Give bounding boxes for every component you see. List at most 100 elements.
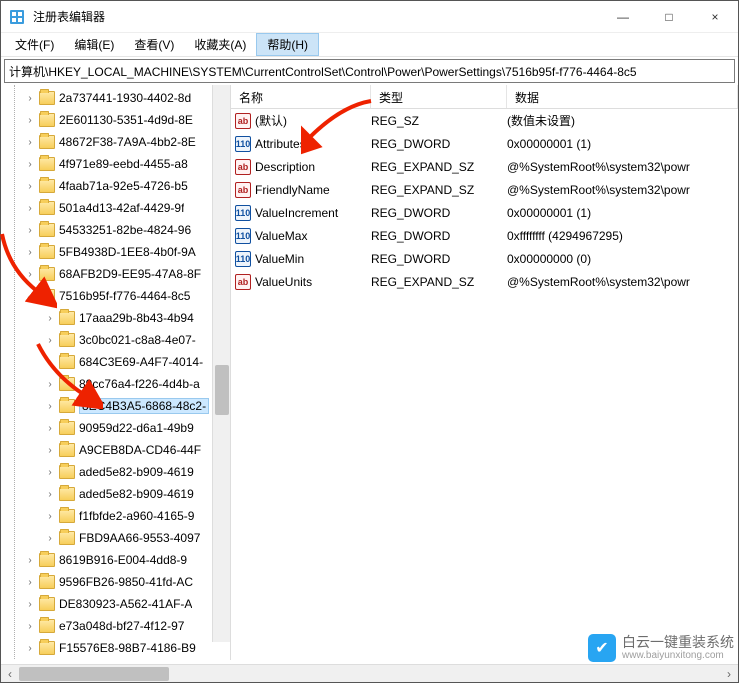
- tree-item[interactable]: ›68AFB2D9-EE95-47A8-8F: [3, 263, 230, 285]
- expand-icon[interactable]: ›: [43, 489, 57, 500]
- expand-icon[interactable]: ›: [23, 93, 37, 104]
- value-data: @%SystemRoot%\system32\powr: [507, 183, 734, 197]
- value-row[interactable]: abFriendlyNameREG_EXPAND_SZ@%SystemRoot%…: [231, 178, 738, 201]
- tree-item[interactable]: ›DE830923-A562-41AF-A: [3, 593, 230, 615]
- expand-icon[interactable]: ›: [23, 577, 37, 588]
- tree-item[interactable]: ›9596FB26-9850-41fd-AC: [3, 571, 230, 593]
- expand-icon[interactable]: ›: [43, 423, 57, 434]
- tree-item-label: 2E601130-5351-4d9d-8E: [59, 113, 193, 127]
- tree-item-label: FBD9AA66-9553-4097: [79, 531, 200, 545]
- address-bar[interactable]: 计算机\HKEY_LOCAL_MACHINE\SYSTEM\CurrentCon…: [4, 59, 735, 83]
- expand-icon[interactable]: ›: [43, 445, 57, 456]
- tree-item[interactable]: › 89cc76a4-f226-4d4b-a: [3, 373, 230, 395]
- scroll-track[interactable]: [19, 665, 720, 683]
- tree-item[interactable]: ›F15576E8-98B7-4186-B9: [3, 637, 230, 659]
- tree-item[interactable]: ›54533251-82be-4824-96: [3, 219, 230, 241]
- registry-tree[interactable]: › 2a737441-1930-4402-8d › 2E601130-5351-4d9…: [1, 85, 230, 660]
- scroll-right-arrow[interactable]: ›: [720, 665, 738, 683]
- folder-icon: [39, 575, 55, 589]
- menu-favorites[interactable]: 收藏夹(A): [184, 33, 256, 56]
- folder-icon: [59, 399, 75, 413]
- tree-item[interactable]: › e73a048d-bf27-4f12-97: [3, 615, 230, 637]
- close-button[interactable]: ×: [692, 1, 738, 33]
- expand-icon[interactable]: ›: [23, 247, 37, 258]
- expand-icon[interactable]: ›: [43, 511, 57, 522]
- expand-icon[interactable]: ›: [23, 621, 37, 632]
- expand-icon[interactable]: ›: [43, 335, 57, 346]
- expand-icon[interactable]: ›: [43, 313, 57, 324]
- value-row[interactable]: 110ValueMinREG_DWORD0x00000000 (0): [231, 247, 738, 270]
- value-type: REG_DWORD: [371, 229, 507, 243]
- expand-icon[interactable]: ›: [23, 599, 37, 610]
- expand-icon[interactable]: ›: [23, 269, 37, 280]
- tree-item[interactable]: ›8EC4B3A5-6868-48c2-: [3, 395, 230, 417]
- tree-item-label: 3c0bc021-c8a8-4e07-: [79, 333, 196, 347]
- value-data: 0x00000001 (1): [507, 137, 734, 151]
- value-row[interactable]: abValueUnitsREG_EXPAND_SZ@%SystemRoot%\s…: [231, 270, 738, 293]
- folder-icon: [59, 487, 75, 501]
- tree-item[interactable]: ›4f971e89-eebd-4455-a8: [3, 153, 230, 175]
- folder-icon: [39, 619, 55, 633]
- tree-item[interactable]: ›A9CEB8DA-CD46-44F: [3, 439, 230, 461]
- value-row[interactable]: abDescriptionREG_EXPAND_SZ@%SystemRoot%\…: [231, 155, 738, 178]
- folder-icon: [59, 465, 75, 479]
- tree-item[interactable]: ›684C3E69-A4F7-4014-: [3, 351, 230, 373]
- column-header-name[interactable]: 名称: [231, 85, 371, 108]
- value-row[interactable]: 110AttributesREG_DWORD0x00000001 (1): [231, 132, 738, 155]
- tree-item-label: 7516b95f-f776-4464-8c5: [59, 289, 190, 303]
- tree-item[interactable]: ›4faab71a-92e5-4726-b5: [3, 175, 230, 197]
- value-row[interactable]: 110ValueMaxREG_DWORD0xffffffff (42949672…: [231, 224, 738, 247]
- maximize-button[interactable]: □: [646, 1, 692, 33]
- tree-item[interactable]: ›aded5e82-b909-4619: [3, 461, 230, 483]
- tree-item[interactable]: ›90959d22-d6a1-49b9: [3, 417, 230, 439]
- value-type: REG_DWORD: [371, 137, 507, 151]
- menu-file[interactable]: 文件(F): [5, 33, 64, 56]
- expand-icon[interactable]: ›: [23, 643, 37, 654]
- tree-item[interactable]: ›aded5e82-b909-4619: [3, 483, 230, 505]
- tree-item[interactable]: ›f1fbfde2-a960-4165-9: [3, 505, 230, 527]
- values-list[interactable]: ab(默认)REG_SZ(数值未设置)110AttributesREG_DWOR…: [231, 109, 738, 293]
- values-header: 名称 类型 数据: [231, 85, 738, 109]
- tree-pane: › 2a737441-1930-4402-8d › 2E601130-5351-4d9…: [1, 85, 231, 660]
- tree-item[interactable]: › 2a737441-1930-4402-8d: [3, 87, 230, 109]
- menu-view[interactable]: 查看(V): [124, 33, 184, 56]
- column-header-type[interactable]: 类型: [371, 85, 507, 108]
- expand-icon[interactable]: ›: [23, 137, 37, 148]
- tree-item[interactable]: › FBD9AA66-9553-4097: [3, 527, 230, 549]
- tree-vertical-scrollbar[interactable]: [212, 85, 230, 642]
- menu-edit[interactable]: 编辑(E): [64, 33, 124, 56]
- string-value-icon: ab: [235, 113, 251, 129]
- tree-item-label: 8619B916-E004-4dd8-9: [59, 553, 187, 567]
- tree-item[interactable]: ⌄ 7516b95f-f776-4464-8c5: [3, 285, 230, 307]
- expand-icon[interactable]: ›: [43, 467, 57, 478]
- expand-icon[interactable]: ›: [43, 533, 57, 544]
- column-header-data[interactable]: 数据: [507, 85, 738, 108]
- expand-icon[interactable]: ›: [43, 401, 57, 412]
- tree-item[interactable]: ›5FB4938D-1EE8-4b0f-9A: [3, 241, 230, 263]
- value-row[interactable]: 110ValueIncrementREG_DWORD0x00000001 (1): [231, 201, 738, 224]
- expand-icon[interactable]: ›: [23, 159, 37, 170]
- horizontal-scrollbar[interactable]: ‹ ›: [1, 664, 738, 682]
- collapse-icon[interactable]: ⌄: [23, 291, 37, 302]
- expand-icon[interactable]: ›: [43, 357, 57, 368]
- tree-item-label: e73a048d-bf27-4f12-97: [59, 619, 184, 633]
- tree-item-label: 2a737441-1930-4402-8d: [59, 91, 191, 105]
- tree-item[interactable]: › 2E601130-5351-4d9d-8E: [3, 109, 230, 131]
- expand-icon[interactable]: ›: [23, 203, 37, 214]
- expand-icon[interactable]: ›: [23, 555, 37, 566]
- tree-item[interactable]: › 3c0bc021-c8a8-4e07-: [3, 329, 230, 351]
- expand-icon[interactable]: ›: [43, 379, 57, 390]
- value-data: (数值未设置): [507, 112, 734, 129]
- value-row[interactable]: ab(默认)REG_SZ(数值未设置): [231, 109, 738, 132]
- tree-item[interactable]: › 8619B916-E004-4dd8-9: [3, 549, 230, 571]
- tree-item[interactable]: ›501a4d13-42af-4429-9f: [3, 197, 230, 219]
- tree-item[interactable]: ›17aaa29b-8b43-4b94: [3, 307, 230, 329]
- tree-item-label: 89cc76a4-f226-4d4b-a: [79, 377, 200, 391]
- scroll-left-arrow[interactable]: ‹: [1, 665, 19, 683]
- expand-icon[interactable]: ›: [23, 225, 37, 236]
- minimize-button[interactable]: —: [600, 1, 646, 33]
- menu-help[interactable]: 帮助(H): [256, 33, 319, 56]
- expand-icon[interactable]: ›: [23, 115, 37, 126]
- tree-item[interactable]: ›48672F38-7A9A-4bb2-8E: [3, 131, 230, 153]
- expand-icon[interactable]: ›: [23, 181, 37, 192]
